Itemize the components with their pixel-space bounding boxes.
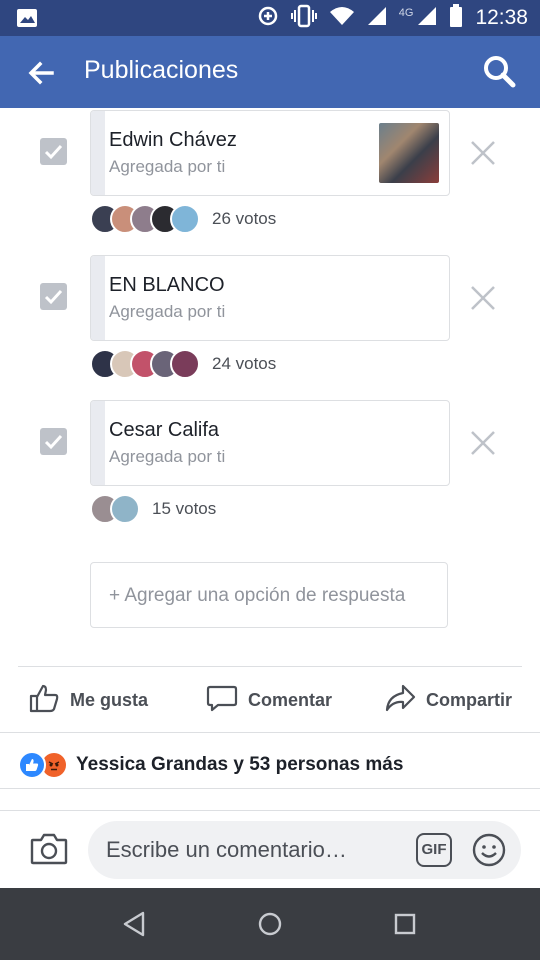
vibrate-icon <box>290 4 317 33</box>
option-subtitle: Agregada por ti <box>109 447 226 466</box>
option-checkbox[interactable] <box>40 138 67 165</box>
like-icon <box>18 751 46 779</box>
comment-bar: GIF <box>0 810 540 889</box>
share-button[interactable]: Compartir <box>384 682 512 718</box>
remove-option-icon[interactable] <box>470 285 496 311</box>
add-option-button[interactable]: + Agregar una opción de respuesta <box>90 562 448 628</box>
option-card[interactable]: Cesar Califa Agregada por ti <box>90 400 450 486</box>
comment-input[interactable] <box>88 821 521 879</box>
status-bar: 4G 12:38 <box>0 0 540 36</box>
thumbs-up-icon <box>28 682 60 719</box>
like-button[interactable]: Me gusta <box>28 682 148 718</box>
wifi-icon <box>329 6 355 31</box>
battery-icon <box>449 3 463 33</box>
option-card[interactable]: EN BLANCO Agregada por ti <box>90 255 450 341</box>
data-saver-icon <box>257 5 279 32</box>
clock: 12:38 <box>475 6 528 29</box>
camera-icon[interactable] <box>30 831 68 867</box>
vote-count[interactable]: 24 votos <box>212 354 276 374</box>
recents-nav-icon[interactable] <box>391 910 419 938</box>
app-bar: Publicaciones <box>0 36 540 108</box>
voter-avatars[interactable]: 24 votos <box>90 347 276 381</box>
network-type: 4G <box>398 7 414 19</box>
reactions-summary[interactable]: Yessica Grandas y 53 personas más <box>18 748 403 782</box>
page-title: Publicaciones <box>84 56 239 84</box>
option-subtitle: Agregada por ti <box>109 302 226 321</box>
poll-option: EN BLANCO Agregada por ti 24 votos <box>0 253 540 393</box>
reactions-text: Yessica Grandas y 53 personas más <box>76 754 404 775</box>
option-subtitle: Agregada por ti <box>109 157 226 176</box>
share-arrow-icon <box>384 682 416 719</box>
avatar <box>110 494 140 524</box>
option-card-bar <box>91 111 105 195</box>
voter-avatars[interactable]: 26 votos <box>90 202 276 236</box>
option-checkbox[interactable] <box>40 428 67 455</box>
gif-button[interactable]: GIF <box>416 833 452 867</box>
option-name: EN BLANCO <box>109 274 225 296</box>
option-card-bar <box>91 256 105 340</box>
signal-icon <box>367 6 387 31</box>
comment-bubble-icon <box>206 682 238 719</box>
vote-count[interactable]: 26 votos <box>212 209 276 229</box>
system-nav-bar <box>0 888 540 960</box>
share-label: Compartir <box>426 689 513 710</box>
avatar <box>170 204 200 234</box>
back-nav-icon[interactable] <box>121 910 149 938</box>
divider <box>18 666 522 667</box>
action-row: Me gusta Comentar Compartir <box>0 668 540 730</box>
like-label: Me gusta <box>70 689 149 710</box>
image-notification-icon <box>16 8 38 33</box>
emoji-icon[interactable] <box>472 833 506 867</box>
signal-icon-2 <box>417 6 437 31</box>
search-icon[interactable] <box>482 54 516 88</box>
option-name: Edwin Chávez <box>109 129 237 151</box>
poll-option: Edwin Chávez Agregada por ti 26 votos <box>0 108 540 248</box>
option-checkbox[interactable] <box>40 283 67 310</box>
vote-count[interactable]: 15 votos <box>152 499 216 519</box>
voter-avatars[interactable]: 15 votos <box>90 492 216 526</box>
divider <box>0 732 540 733</box>
divider <box>0 788 540 789</box>
remove-option-icon[interactable] <box>470 430 496 456</box>
option-name: Cesar Califa <box>109 419 220 441</box>
home-nav-icon[interactable] <box>256 910 284 938</box>
comment-label: Comentar <box>248 689 333 710</box>
avatar <box>170 349 200 379</box>
comment-button[interactable]: Comentar <box>206 682 332 718</box>
option-card[interactable]: Edwin Chávez Agregada por ti <box>90 110 450 196</box>
option-thumbnail <box>379 123 439 183</box>
back-arrow-icon[interactable] <box>26 58 56 88</box>
remove-option-icon[interactable] <box>470 140 496 166</box>
option-card-bar <box>91 401 105 485</box>
poll-option: Cesar Califa Agregada por ti 15 votos <box>0 398 540 538</box>
